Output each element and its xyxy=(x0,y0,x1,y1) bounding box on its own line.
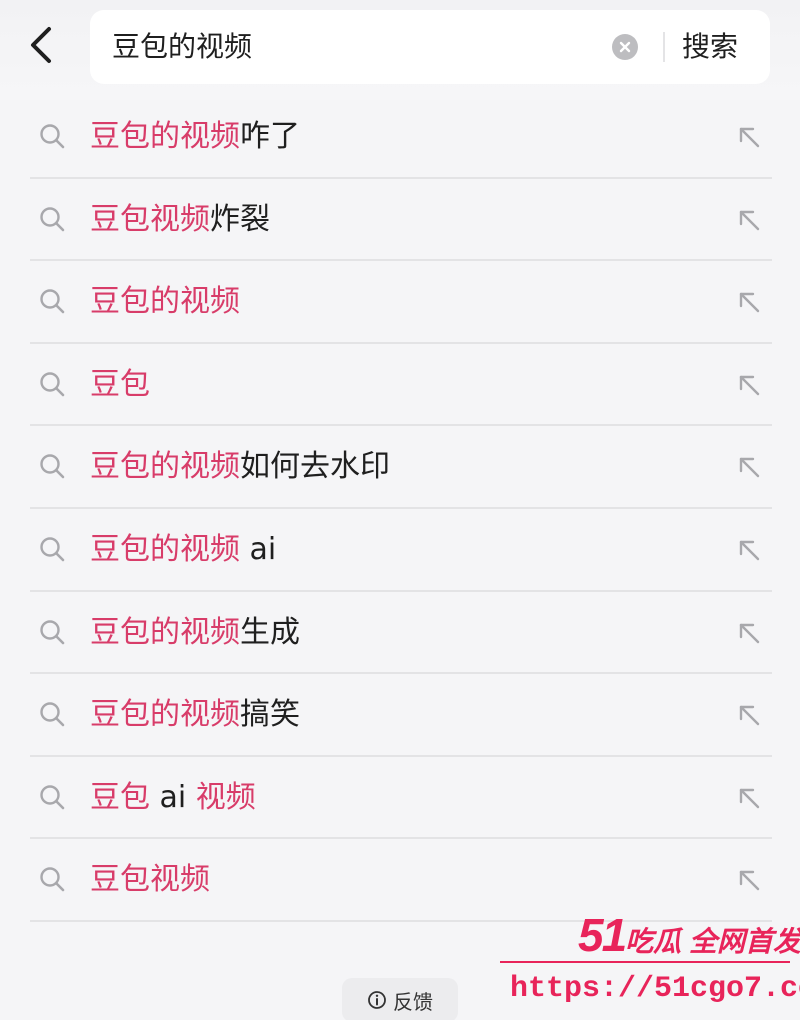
arrow-up-left-icon[interactable] xyxy=(734,783,764,813)
suggestion-rest: 搞笑 xyxy=(240,697,300,733)
search-icon xyxy=(40,867,65,892)
arrow-up-left-icon[interactable] xyxy=(734,618,764,648)
suggestion-row[interactable]: 豆包视频炸裂 xyxy=(30,179,772,262)
suggestion-highlight: 豆包视频 xyxy=(90,201,210,237)
suggestion-highlight: 豆包的视频 xyxy=(90,119,240,154)
suggestion-rest: ai xyxy=(150,779,196,815)
search-icon xyxy=(40,372,65,397)
suggestion-row[interactable]: 豆包 ai 视频 xyxy=(30,757,772,840)
search-divider xyxy=(663,32,665,62)
arrow-up-left-icon[interactable] xyxy=(734,287,764,317)
suggestion-label: 豆包的视频 ai xyxy=(90,509,276,591)
suggestion-label: 豆包的视频 xyxy=(90,261,240,343)
suggestion-label: 豆包 ai 视频 xyxy=(90,757,256,839)
suggestion-highlight-2: 视频 xyxy=(195,779,256,815)
suggestion-row[interactable]: 豆包的视频咋了 xyxy=(30,96,772,179)
search-button[interactable]: 搜索 xyxy=(682,10,738,84)
watermark-logo: 51吃瓜 全网首发 xyxy=(578,908,800,961)
suggestion-label: 豆包 xyxy=(90,344,150,426)
watermark-number: 51 xyxy=(578,909,627,961)
search-icon xyxy=(40,454,65,479)
search-box: 豆包的视频 搜索 xyxy=(90,10,770,84)
watermark-slogan: 吃瓜 全网首发 xyxy=(625,926,800,957)
watermark-underline xyxy=(500,961,790,963)
search-icon xyxy=(40,785,65,810)
feedback-label: 反馈 xyxy=(393,989,433,1014)
suggestion-row[interactable]: 豆包的视频搞笑 xyxy=(30,674,772,757)
search-suggestions-page: 豆包的视频 搜索 豆包的视频咋了 豆包视频炸裂 豆包的视频 豆包 豆包的视频如何去水印豆… xyxy=(0,0,800,1020)
back-button[interactable] xyxy=(18,22,64,68)
arrow-up-left-icon[interactable] xyxy=(734,370,764,400)
suggestion-row[interactable]: 豆包的视频 ai xyxy=(30,509,772,592)
clear-button[interactable] xyxy=(612,34,638,60)
suggestion-label: 豆包的视频如何去水印 xyxy=(90,426,390,508)
suggestion-label: 豆包的视频生成 xyxy=(90,592,300,674)
suggestion-row[interactable]: 豆包的视频生成 xyxy=(30,592,772,675)
suggestion-rest: ai xyxy=(240,531,277,567)
suggestion-highlight: 豆包 xyxy=(90,366,150,402)
suggestion-rest: 炸裂 xyxy=(210,201,270,237)
arrow-up-left-icon[interactable] xyxy=(734,122,764,152)
suggestion-label: 豆包视频 xyxy=(90,839,210,921)
chevron-left-icon xyxy=(31,27,51,63)
search-icon xyxy=(40,124,65,149)
search-icon xyxy=(40,206,65,231)
arrow-up-left-icon[interactable] xyxy=(734,205,764,235)
search-icon xyxy=(40,289,65,314)
search-input[interactable]: 豆包的视频 xyxy=(112,10,252,84)
suggestion-highlight: 豆包的视频 xyxy=(90,614,240,650)
arrow-up-left-icon[interactable] xyxy=(734,865,764,895)
arrow-up-left-icon[interactable] xyxy=(734,452,764,482)
suggestion-list: 豆包的视频咋了 豆包视频炸裂 豆包的视频 豆包 豆包的视频如何去水印 豆包的视频 ai 豆包… xyxy=(30,96,772,922)
suggestion-highlight: 豆包的视频 xyxy=(90,531,240,567)
suggestion-rest: 如何去水印 xyxy=(240,449,390,485)
suggestion-highlight: 豆包视频 xyxy=(90,862,210,898)
search-icon xyxy=(40,702,65,727)
clear-circle-icon xyxy=(619,41,631,53)
suggestion-highlight: 豆包的视频 xyxy=(90,449,240,485)
suggestion-rest: 咋了 xyxy=(240,119,300,154)
suggestion-row[interactable]: 豆包的视频 xyxy=(30,261,772,344)
search-header: 豆包的视频 搜索 xyxy=(0,0,800,100)
suggestion-label: 豆包的视频咋了 xyxy=(90,96,300,178)
suggestion-highlight: 豆包 xyxy=(90,779,150,815)
search-icon xyxy=(40,537,65,562)
suggestion-label: 豆包视频炸裂 xyxy=(90,179,270,261)
suggestion-rest: 生成 xyxy=(240,614,300,650)
watermark-url: https://51cgo7.com xyxy=(510,972,800,1006)
search-icon xyxy=(40,619,65,644)
info-circle-icon xyxy=(368,991,386,1009)
suggestion-highlight: 豆包的视频 xyxy=(90,284,240,320)
suggestion-label: 豆包的视频搞笑 xyxy=(90,674,300,756)
feedback-button[interactable]: 反馈 xyxy=(342,978,458,1020)
suggestion-highlight: 豆包的视频 xyxy=(90,697,240,733)
suggestion-row[interactable]: 豆包 xyxy=(30,344,772,427)
arrow-up-left-icon[interactable] xyxy=(734,535,764,565)
suggestion-row[interactable]: 豆包的视频如何去水印 xyxy=(30,426,772,509)
arrow-up-left-icon[interactable] xyxy=(734,700,764,730)
